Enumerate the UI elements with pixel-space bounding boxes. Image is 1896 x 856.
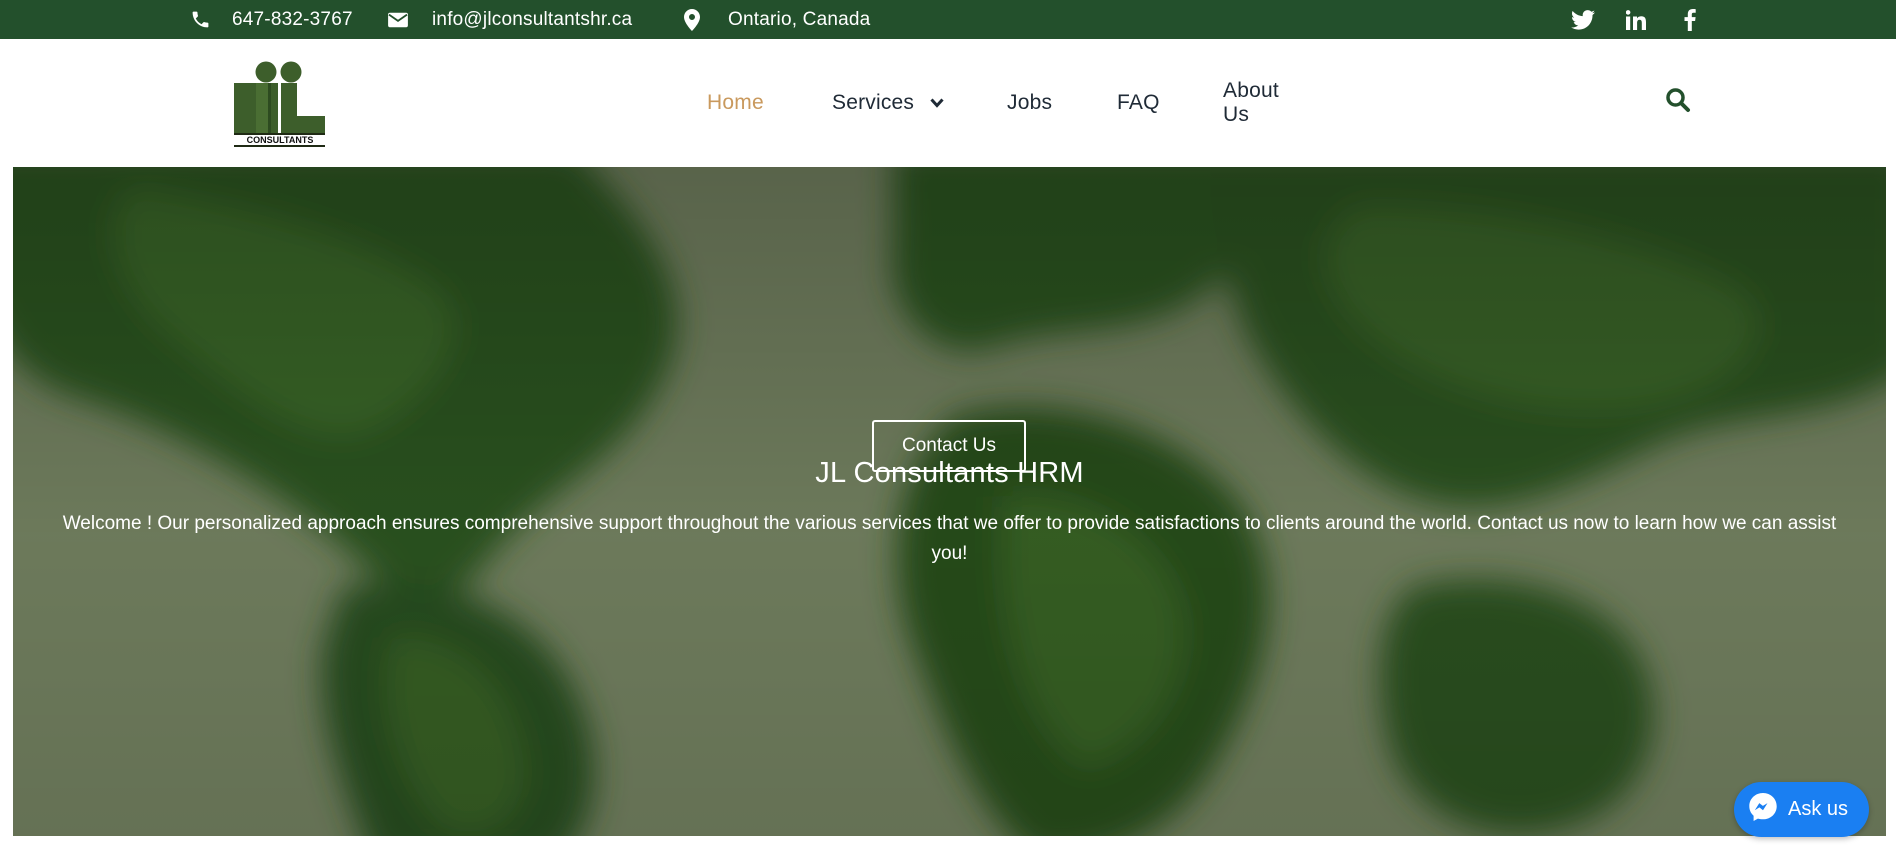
facebook-icon[interactable] bbox=[1675, 0, 1705, 39]
ask-us-chat-button[interactable]: Ask us bbox=[1734, 782, 1869, 837]
linkedin-icon[interactable] bbox=[1621, 0, 1651, 39]
contact-us-button[interactable]: Contact Us bbox=[872, 420, 1026, 472]
twitter-icon[interactable] bbox=[1568, 0, 1598, 39]
site-header: CONSULTANTS Home Services Jobs FAQ About… bbox=[0, 39, 1896, 167]
phone-icon bbox=[188, 8, 212, 32]
svg-text:CONSULTANTS: CONSULTANTS bbox=[247, 135, 314, 145]
phone-number: 647-832-3767 bbox=[232, 8, 353, 30]
hero-banner: JL Consultants HRM Welcome ! Our persona… bbox=[13, 167, 1886, 836]
nav-jobs[interactable]: Jobs bbox=[1007, 39, 1052, 167]
nav-services[interactable]: Services bbox=[832, 39, 944, 167]
search-icon[interactable] bbox=[1665, 87, 1695, 117]
top-contact-bar: 647-832-3767 info@jlconsultantshr.ca Ont… bbox=[0, 0, 1896, 39]
moss-world-map-background bbox=[13, 167, 1886, 836]
email-contact[interactable]: info@jlconsultantshr.ca bbox=[386, 0, 632, 39]
map-pin-icon bbox=[680, 8, 704, 32]
hero-description: Welcome ! Our personalized approach ensu… bbox=[62, 513, 1837, 564]
email-address: info@jlconsultantshr.ca bbox=[432, 8, 633, 30]
envelope-icon bbox=[386, 8, 410, 32]
nav-about-us[interactable]: About Us bbox=[1223, 39, 1279, 167]
location-text: Ontario, Canada bbox=[728, 8, 871, 30]
nav-home[interactable]: Home bbox=[707, 39, 764, 167]
nav-services-label: Services bbox=[832, 91, 915, 114]
ask-us-label: Ask us bbox=[1788, 798, 1849, 820]
location-contact: Ontario, Canada bbox=[680, 0, 870, 39]
nav-faq[interactable]: FAQ bbox=[1117, 39, 1160, 167]
chevron-down-icon bbox=[930, 98, 944, 108]
phone-contact[interactable]: 647-832-3767 bbox=[188, 0, 353, 39]
messenger-icon bbox=[1748, 792, 1778, 827]
jl-consultants-logo[interactable]: CONSULTANTS bbox=[234, 61, 330, 147]
